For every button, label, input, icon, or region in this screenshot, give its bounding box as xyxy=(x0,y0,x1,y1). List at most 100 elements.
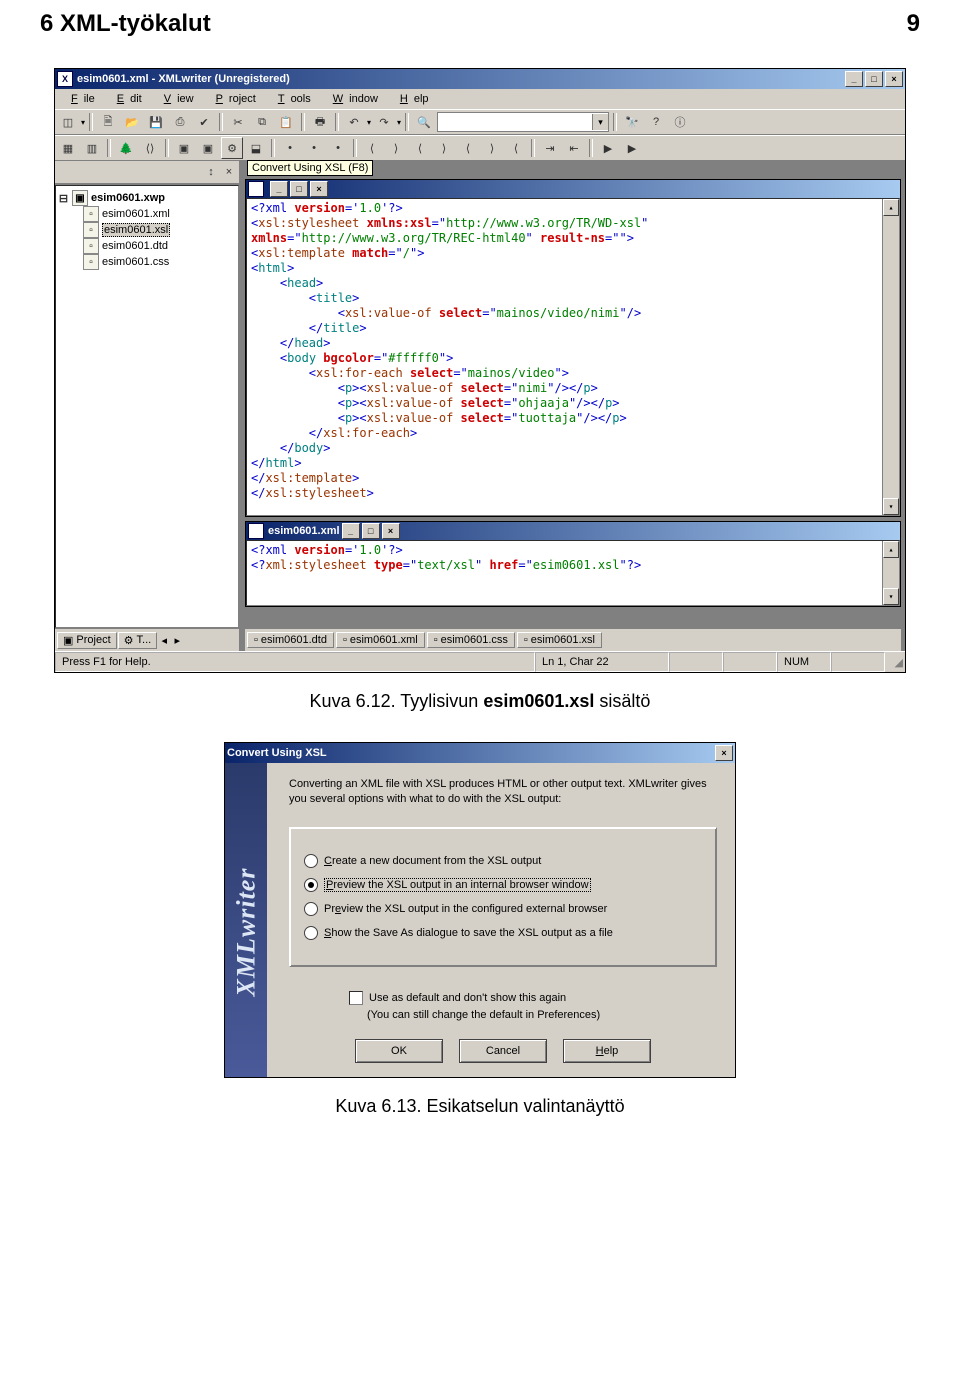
br7-icon[interactable]: ⟨ xyxy=(505,137,527,159)
radio-icon[interactable] xyxy=(304,878,318,892)
tree-icon[interactable]: 🌲 xyxy=(115,137,137,159)
br2-icon[interactable]: ⟩ xyxy=(385,137,407,159)
child-min-button[interactable]: _ xyxy=(270,181,288,197)
child-max-button[interactable]: □ xyxy=(290,181,308,197)
redo-icon[interactable]: ↷ xyxy=(373,111,395,133)
run1-icon[interactable]: ▶ xyxy=(597,137,619,159)
new-icon[interactable]: ◫ xyxy=(57,111,79,133)
saveall-icon[interactable]: ⎙ xyxy=(169,111,191,133)
menu-tools[interactable]: Tools xyxy=(266,91,317,107)
open-icon[interactable]: 📂 xyxy=(121,111,143,133)
br6-icon[interactable]: ⟩ xyxy=(481,137,503,159)
outdent-icon[interactable]: ⇤ xyxy=(563,137,585,159)
view2-icon[interactable]: ▥ xyxy=(81,137,103,159)
scroll-up-icon[interactable]: ▴ xyxy=(883,199,899,216)
menu-edit[interactable]: Edit xyxy=(105,91,148,107)
maximize-button[interactable]: □ xyxy=(865,71,883,87)
copy-icon[interactable]: ⧉ xyxy=(251,111,273,133)
resize-grip-icon[interactable]: ◢ xyxy=(885,656,905,669)
radio-icon[interactable] xyxy=(304,926,318,940)
elem2-icon[interactable]: • xyxy=(303,137,325,159)
br3-icon[interactable]: ⟨ xyxy=(409,137,431,159)
tab-scroll-right-icon[interactable]: ▸ xyxy=(171,634,183,647)
radio-option-3[interactable]: Show the Save As dialogue to save the XS… xyxy=(304,926,702,940)
tab-scroll-left-icon[interactable]: ◂ xyxy=(158,634,170,647)
scrollbar[interactable]: ▴ ▾ xyxy=(882,541,899,605)
status-num: NUM xyxy=(777,652,831,672)
menu-file[interactable]: File xyxy=(59,91,101,107)
misc1-icon[interactable]: ▣ xyxy=(173,137,195,159)
panel-pin-icon[interactable]: ↕ xyxy=(203,164,219,180)
misc3-icon[interactable]: ⬓ xyxy=(245,137,267,159)
tree-item[interactable]: ▫esim0601.dtd xyxy=(58,238,236,254)
tab-project[interactable]: ▣Project xyxy=(57,632,117,649)
radio-option-2[interactable]: Preview the XSL output in the configured… xyxy=(304,902,702,916)
menu-project[interactable]: Project xyxy=(204,91,262,107)
find-combo[interactable]: ▾ xyxy=(437,112,609,132)
view1-icon[interactable]: ▦ xyxy=(57,137,79,159)
scrollbar[interactable]: ▴ ▾ xyxy=(882,199,899,515)
doc-tab[interactable]: ▫esim0601.css xyxy=(427,632,515,648)
undo-icon[interactable]: ↶ xyxy=(343,111,365,133)
radio-option-1[interactable]: Preview the XSL output in an internal br… xyxy=(304,878,702,892)
save-icon[interactable]: 💾 xyxy=(145,111,167,133)
tree-item[interactable]: ▫esim0601.xsl xyxy=(58,222,236,238)
cut-icon[interactable]: ✂ xyxy=(227,111,249,133)
minimize-button[interactable]: _ xyxy=(845,71,863,87)
menu-view[interactable]: View xyxy=(152,91,200,107)
doc-tab[interactable]: ▫esim0601.dtd xyxy=(247,632,334,648)
about-icon[interactable]: ⓘ xyxy=(669,111,691,133)
help-icon[interactable]: ? xyxy=(645,111,667,133)
menu-window[interactable]: Window xyxy=(321,91,384,107)
help-button[interactable]: Help xyxy=(563,1039,651,1063)
elem1-icon[interactable]: • xyxy=(279,137,301,159)
code-editor-xsl[interactable]: <?xml version='1.0'?> <xsl:stylesheet xm… xyxy=(246,198,900,516)
close-button[interactable]: × xyxy=(885,71,903,87)
dialog-close-button[interactable]: × xyxy=(715,745,733,761)
radio-icon[interactable] xyxy=(304,854,318,868)
print-icon[interactable]: 🖶 xyxy=(309,111,331,133)
project-tree[interactable]: ⊟▣esim0601.xwp▫esim0601.xml▫esim0601.xsl… xyxy=(55,185,239,628)
tag-icon[interactable]: ⟨⟩ xyxy=(139,137,161,159)
child-max-button[interactable]: □ xyxy=(362,523,380,539)
file-icon: ▫ xyxy=(83,206,99,222)
code-editor-xml[interactable]: <?xml version='1.0'?> <?xml:stylesheet t… xyxy=(246,540,900,606)
paste-icon[interactable]: 📋 xyxy=(275,111,297,133)
child-min-button[interactable]: _ xyxy=(342,523,360,539)
radio-label: Create a new document from the XSL outpu… xyxy=(324,855,541,867)
ok-button[interactable]: OK xyxy=(355,1039,443,1063)
find-icon[interactable]: 🔍 xyxy=(413,111,435,133)
scroll-down-icon[interactable]: ▾ xyxy=(883,498,899,515)
child-close-button[interactable]: × xyxy=(382,523,400,539)
file-icon: ▫ xyxy=(254,634,258,646)
tree-root[interactable]: ⊟▣esim0601.xwp xyxy=(58,190,236,206)
dialog-default-checkbox-row[interactable]: Use as default and don't show this again xyxy=(349,991,717,1005)
tree-item[interactable]: ▫esim0601.xml xyxy=(58,206,236,222)
doc-tab[interactable]: ▫esim0601.xml xyxy=(336,632,425,648)
menu-help[interactable]: Help xyxy=(388,91,435,107)
radio-icon[interactable] xyxy=(304,902,318,916)
tab-other[interactable]: ⚙T... xyxy=(118,632,158,649)
misc2-icon[interactable]: ▣ xyxy=(197,137,219,159)
scroll-down-icon[interactable]: ▾ xyxy=(883,588,899,605)
indent-icon[interactable]: ⇥ xyxy=(539,137,561,159)
titlebar[interactable]: X esim0601.xml - XMLwriter (Unregistered… xyxy=(55,69,905,89)
doc-tab[interactable]: ▫esim0601.xsl xyxy=(517,632,602,648)
cancel-button[interactable]: Cancel xyxy=(459,1039,547,1063)
radio-option-0[interactable]: Create a new document from the XSL outpu… xyxy=(304,854,702,868)
tree-item[interactable]: ▫esim0601.css xyxy=(58,254,236,270)
br1-icon[interactable]: ⟨ xyxy=(361,137,383,159)
validate-icon[interactable]: ✔ xyxy=(193,111,215,133)
run2-icon[interactable]: ▶ xyxy=(621,137,643,159)
checkbox-icon[interactable] xyxy=(349,991,363,1005)
doc-icon[interactable]: 🗎 xyxy=(97,111,119,133)
convert-xsl-icon[interactable]: ⚙ xyxy=(221,137,243,159)
toolbar-2: ▦ ▥ 🌲 ⟨⟩ ▣ ▣ ⚙ ⬓ • • • ⟨ ⟩ ⟨ ⟩ ⟨ ⟩ ⟨ ⇥ ⇤ xyxy=(55,135,905,161)
panel-close-icon[interactable]: × xyxy=(221,164,237,180)
child-close-button[interactable]: × xyxy=(310,181,328,197)
binoculars-icon[interactable]: 🔭 xyxy=(621,111,643,133)
scroll-up-icon[interactable]: ▴ xyxy=(883,541,899,558)
elem3-icon[interactable]: • xyxy=(327,137,349,159)
br4-icon[interactable]: ⟩ xyxy=(433,137,455,159)
br5-icon[interactable]: ⟨ xyxy=(457,137,479,159)
